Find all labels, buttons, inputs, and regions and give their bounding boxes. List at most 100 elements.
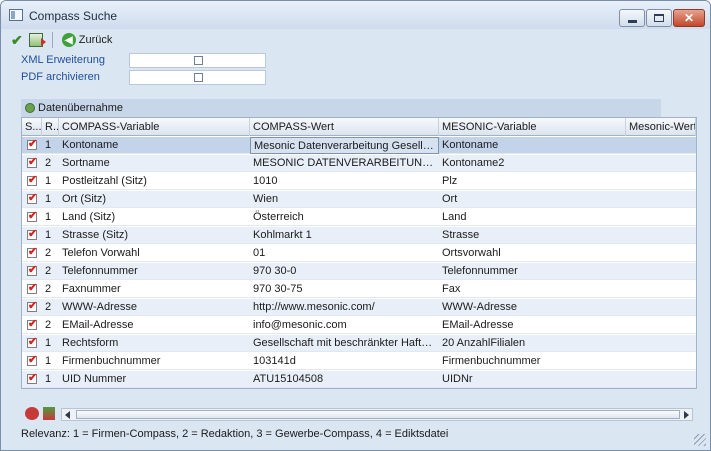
table-row[interactable]: 1 UID Nummer ATU15104508 UIDNr xyxy=(22,371,696,388)
excel-export-icon[interactable] xyxy=(28,33,46,47)
select-cell[interactable] xyxy=(22,137,42,154)
mesonic-value-cell xyxy=(626,281,696,298)
compass-variable-cell: Rechtsform xyxy=(62,337,119,349)
mesonic-value-cell xyxy=(626,335,696,352)
select-cell[interactable] xyxy=(22,335,42,352)
table-row[interactable]: 1 Rechtsform Gesellschaft mit beschränkter… xyxy=(22,335,696,352)
row-checkbox[interactable] xyxy=(27,335,37,348)
row-checkbox[interactable] xyxy=(27,155,37,168)
mesonic-variable-cell: 20 AnzahlFilialen xyxy=(442,337,526,349)
table-row[interactable]: 2 EMail-Adresse info@mesonic.com EMail-Adre… xyxy=(22,317,696,334)
select-cell[interactable] xyxy=(22,173,42,190)
scroll-left-icon[interactable] xyxy=(65,411,70,419)
select-cell[interactable] xyxy=(22,155,42,172)
select-cell[interactable] xyxy=(22,191,42,208)
relevance-cell: 2 xyxy=(45,265,52,277)
table-row[interactable]: 1 Land (Sitz) Österreich Land xyxy=(22,209,696,226)
table-row[interactable]: 2 Telefon Vorwahl 01 Ortsvorwahl xyxy=(22,245,696,262)
panel-title-label: Datenübernahme xyxy=(38,102,124,114)
relevance-cell: 1 xyxy=(45,139,52,151)
window-app-icon xyxy=(9,9,23,21)
compass-variable-cell: UID Nummer xyxy=(62,373,127,385)
mesonic-value-cell xyxy=(626,209,696,226)
col-header-compass-value[interactable]: COMPASS-Wert xyxy=(250,118,439,136)
table-row[interactable]: 2 Telefonnummer 970 30-0 Telefonnummer xyxy=(22,263,696,280)
table-row[interactable]: 1 Ort (Sitz) Wien Ort xyxy=(22,191,696,208)
relevance-cell: 1 xyxy=(45,337,52,349)
close-button[interactable]: ✕ xyxy=(673,9,705,27)
row-checkbox[interactable] xyxy=(27,371,37,384)
xml-extension-checkbox[interactable] xyxy=(194,56,203,65)
scrollbar-thumb[interactable] xyxy=(76,410,680,419)
row-checkbox[interactable] xyxy=(27,299,37,312)
mesonic-value-cell xyxy=(626,191,696,208)
red-tool-icon[interactable] xyxy=(25,407,39,420)
relevance-cell: 1 xyxy=(45,229,52,241)
table-row[interactable]: 1KontonameMesonic Datenverarbeitung Gese… xyxy=(22,137,696,154)
table-row[interactable]: 1 Firmenbuchnummer 103141d Firmenbuchnummer xyxy=(22,353,696,370)
back-button[interactable]: ◀ Zurück xyxy=(61,33,112,47)
select-cell[interactable] xyxy=(22,245,42,262)
confirm-check-icon[interactable]: ✔ xyxy=(11,32,23,49)
col-header-select[interactable]: S... xyxy=(22,118,42,136)
select-cell[interactable] xyxy=(22,317,42,334)
sort-arrows-icon[interactable] xyxy=(43,407,55,420)
maximize-button[interactable] xyxy=(646,9,672,27)
table-row[interactable]: 1 Strasse (Sitz) Kohlmarkt 1 Strasse xyxy=(22,227,696,244)
select-cell[interactable] xyxy=(22,227,42,244)
compass-value-cell: Österreich xyxy=(253,211,304,223)
compass-value-cell: Kohlmarkt 1 xyxy=(253,229,312,241)
mesonic-variable-cell: Kontoname2 xyxy=(442,157,505,169)
compass-variable-cell: Faxnummer xyxy=(62,283,121,295)
horizontal-scrollbar[interactable] xyxy=(61,408,693,421)
table-row[interactable]: 2 Faxnummer 970 30-75 Fax xyxy=(22,281,696,298)
select-cell[interactable] xyxy=(22,209,42,226)
compass-value-cell: 1010 xyxy=(253,175,278,187)
select-cell[interactable] xyxy=(22,299,42,316)
table-row[interactable]: 2 WWW-Adresse http://www.mesonic.com/WWW-A… xyxy=(22,299,696,316)
resize-grip-icon[interactable] xyxy=(694,434,706,446)
row-checkbox[interactable] xyxy=(27,263,37,276)
col-header-mesonic-variable[interactable]: MESONIC-Variable xyxy=(439,118,626,136)
col-header-relevance[interactable]: R... xyxy=(42,118,59,136)
pdf-archive-label: PDF archivieren xyxy=(21,71,100,83)
row-checkbox[interactable] xyxy=(27,245,37,258)
select-cell[interactable] xyxy=(22,281,42,298)
minimize-button[interactable] xyxy=(619,9,645,27)
row-checkbox[interactable] xyxy=(27,353,37,366)
compass-variable-cell: Kontoname xyxy=(62,139,119,151)
horizontal-scrollbar-area xyxy=(21,406,697,422)
select-cell[interactable] xyxy=(22,353,42,370)
data-transfer-panel-header: Datenübernahme xyxy=(21,99,661,117)
relevance-cell: 1 xyxy=(45,373,52,385)
pdf-archive-checkbox[interactable] xyxy=(194,73,203,82)
compass-value-cell: Wien xyxy=(253,193,279,205)
title-bar[interactable]: Compass Suche ✕ xyxy=(1,1,710,29)
col-header-compass-variable[interactable]: COMPASS-Variable xyxy=(59,118,250,136)
table-row[interactable]: 2 Sortname MESONIC DATENVERARBEITUNGS GESE… xyxy=(22,155,696,172)
row-checkbox[interactable] xyxy=(27,191,37,204)
data-transfer-icon xyxy=(25,103,35,113)
window-title: Compass Suche xyxy=(29,9,118,23)
select-cell[interactable] xyxy=(22,263,42,280)
pdf-archive-field[interactable] xyxy=(129,70,266,85)
mesonic-variable-cell: Strasse xyxy=(442,229,480,241)
row-checkbox[interactable] xyxy=(27,209,37,222)
compass-variable-cell: EMail-Adresse xyxy=(62,319,134,331)
xml-extension-field[interactable] xyxy=(129,53,266,68)
compass-variable-cell: Telefon Vorwahl xyxy=(62,247,140,259)
col-header-mesonic-value[interactable]: Mesonic-Wert xyxy=(626,118,696,136)
table-row[interactable]: 1 Postleitzahl (Sitz) 1010 Plz xyxy=(22,173,696,190)
compass-value-cell: Gesellschaft mit beschränkter Haftung xyxy=(253,337,439,349)
row-checkbox[interactable] xyxy=(27,281,37,294)
row-checkbox[interactable] xyxy=(27,173,37,186)
select-cell[interactable] xyxy=(22,371,42,388)
row-checkbox[interactable] xyxy=(27,227,37,240)
mesonic-variable-cell: Ortsvorwahl xyxy=(442,247,501,259)
data-grid[interactable]: S... R... COMPASS-Variable COMPASS-Wert … xyxy=(21,117,697,389)
mesonic-variable-cell: Kontoname xyxy=(442,139,499,151)
mesonic-variable-cell: EMail-Adresse xyxy=(442,319,514,331)
scroll-right-icon[interactable] xyxy=(684,411,689,419)
row-checkbox[interactable] xyxy=(27,137,37,150)
row-checkbox[interactable] xyxy=(27,317,37,330)
